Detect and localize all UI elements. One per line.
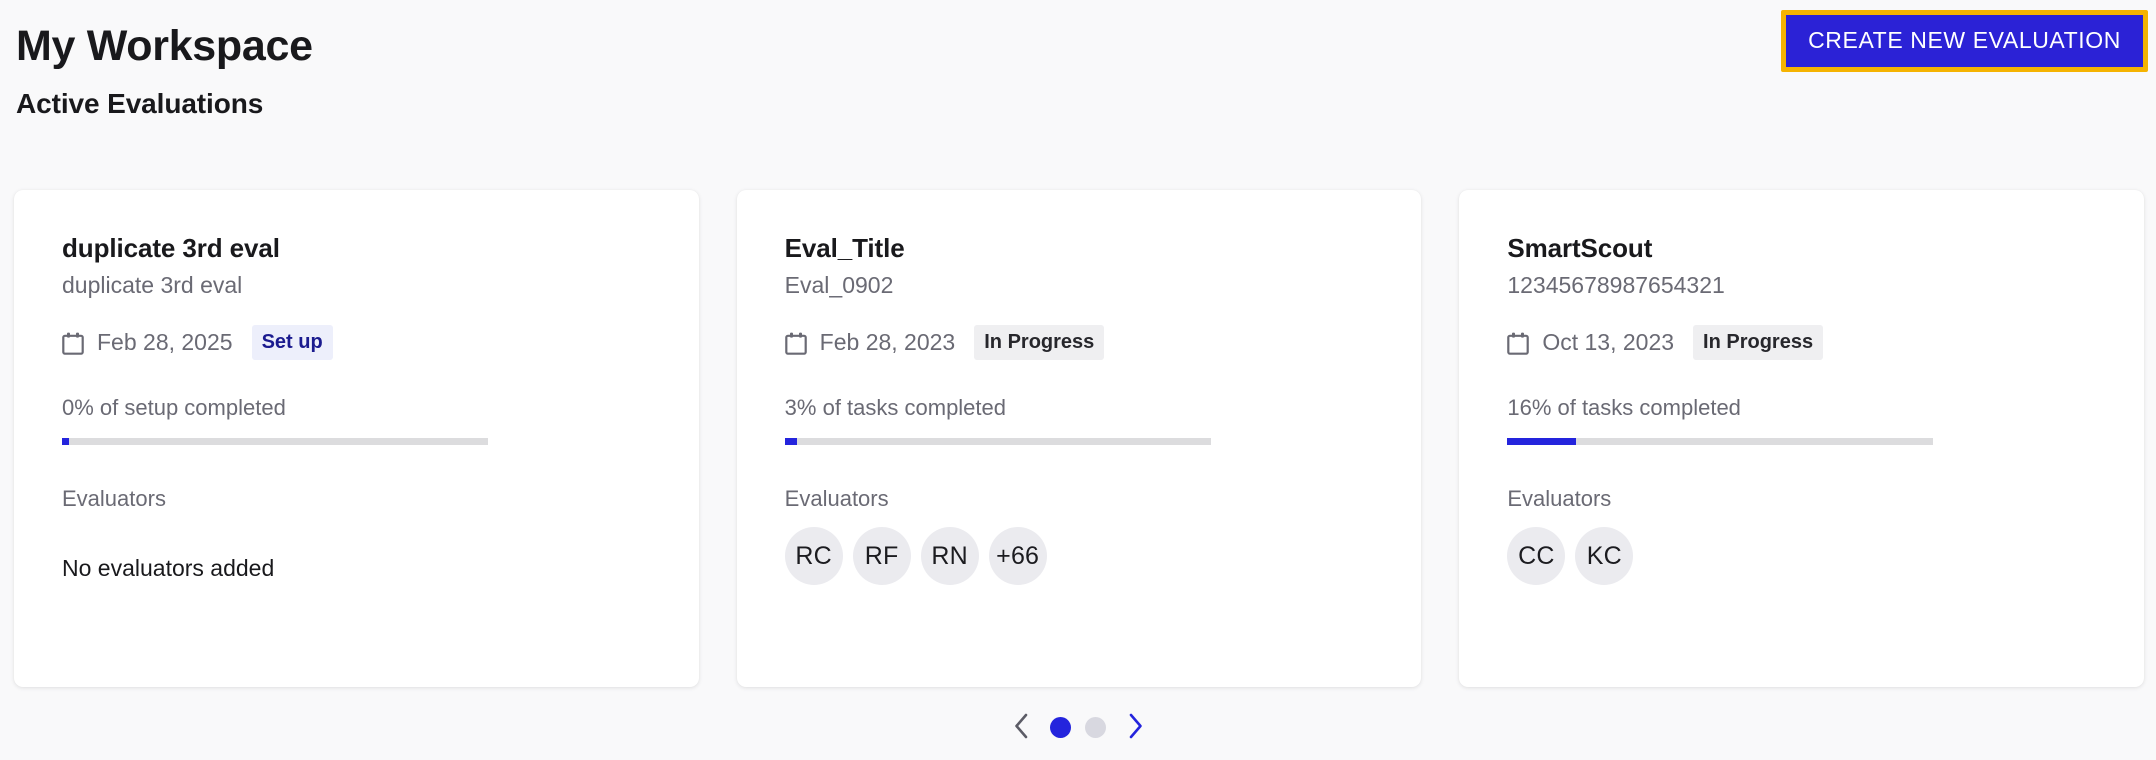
progress-label: 3% of tasks completed	[784, 395, 1007, 420]
progress-bar	[62, 438, 488, 445]
evaluation-subtitle: 12345678987654321	[1507, 272, 1725, 298]
avatar[interactable]: KC	[1575, 527, 1634, 585]
create-new-evaluation-highlight: CREATE NEW EVALUATION	[1781, 10, 2148, 72]
avatar[interactable]: RC	[784, 527, 843, 585]
workspace-page: My Workspace CREATE NEW EVALUATION Activ…	[0, 0, 2156, 760]
evaluation-meta-row: Oct 13, 2023 In Progress	[1507, 324, 2096, 360]
page-header: My Workspace CREATE NEW EVALUATION	[0, 0, 2156, 96]
progress-bar-fill	[62, 438, 69, 445]
progress-label: 0% of setup completed	[62, 395, 286, 420]
evaluation-meta-row: Feb 28, 2023 In Progress	[784, 324, 1374, 360]
calendar-icon	[1507, 332, 1530, 355]
evaluation-meta-row: Feb 28, 2025 Set up	[62, 324, 651, 360]
evaluation-title: duplicate 3rd eval	[62, 233, 280, 263]
progress-bar	[1507, 438, 1934, 445]
page-title: My Workspace	[16, 22, 313, 70]
evaluation-date: Feb 28, 2025	[97, 329, 233, 355]
carousel-prev-button[interactable]	[1006, 712, 1036, 742]
avatar[interactable]: +66	[988, 527, 1047, 585]
status-badge: In Progress	[1693, 324, 1824, 360]
evaluation-card[interactable]: Eval_Title Eval_0902 Feb 28, 2023 In Pro…	[736, 190, 1422, 687]
evaluation-date: Feb 28, 2023	[819, 329, 956, 355]
calendar-icon	[784, 332, 807, 355]
evaluator-avatars: RC RF RN +66	[784, 527, 1374, 585]
progress-bar-fill	[784, 438, 798, 445]
evaluation-card[interactable]: SmartScout 12345678987654321 Oct 13, 202…	[1459, 190, 2145, 687]
evaluation-card[interactable]: duplicate 3rd eval duplicate 3rd eval Fe…	[14, 190, 699, 687]
chevron-right-icon	[1127, 713, 1144, 742]
evaluators-label: Evaluators	[1507, 486, 1612, 511]
carousel-next-button[interactable]	[1120, 712, 1150, 742]
section-title-active-evaluations: Active Evaluations	[16, 88, 264, 119]
calendar-icon	[62, 332, 84, 355]
carousel-dot-2[interactable]	[1085, 716, 1106, 738]
progress-bar	[784, 438, 1211, 445]
progress-label: 16% of tasks completed	[1507, 395, 1741, 420]
avatar[interactable]: CC	[1507, 527, 1566, 585]
evaluation-subtitle: duplicate 3rd eval	[62, 272, 243, 298]
avatar[interactable]: RN	[920, 527, 979, 585]
create-new-evaluation-button[interactable]: CREATE NEW EVALUATION	[1786, 15, 2143, 67]
progress-bar-fill	[1507, 438, 1576, 445]
evaluation-subtitle: Eval_0902	[784, 272, 894, 298]
evaluator-avatars: CC KC	[1507, 527, 2096, 585]
status-badge: Set up	[251, 324, 333, 360]
carousel-pagination	[0, 712, 2156, 742]
no-evaluators-text: No evaluators added	[62, 555, 275, 581]
evaluation-title: SmartScout	[1507, 233, 1653, 263]
evaluation-date: Oct 13, 2023	[1542, 329, 1675, 355]
evaluation-title: Eval_Title	[784, 233, 905, 263]
carousel-dot-1[interactable]	[1050, 716, 1071, 738]
chevron-left-icon	[1013, 713, 1030, 742]
evaluation-cards-container: duplicate 3rd eval duplicate 3rd eval Fe…	[14, 190, 2145, 690]
status-badge: In Progress	[974, 324, 1105, 360]
avatar[interactable]: RF	[852, 527, 911, 585]
evaluators-label: Evaluators	[784, 486, 889, 511]
evaluators-label: Evaluators	[62, 486, 166, 511]
